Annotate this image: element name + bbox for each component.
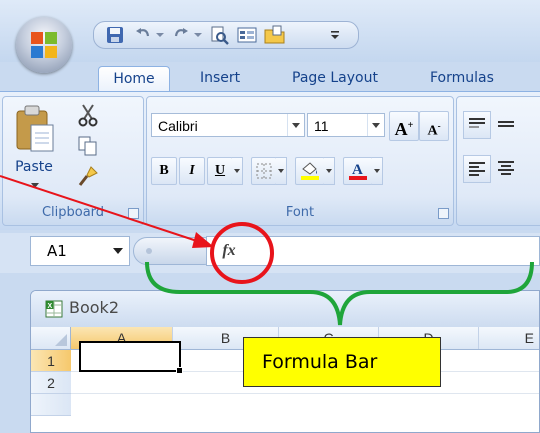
name-box-value: A1: [47, 242, 67, 260]
save-icon[interactable]: [104, 24, 126, 46]
print-preview-icon[interactable]: [208, 24, 230, 46]
column-header-e[interactable]: E: [479, 327, 539, 349]
undo-dropdown-icon[interactable]: [154, 24, 166, 46]
tab-page-layout[interactable]: Page Layout: [292, 66, 378, 90]
cut-icon[interactable]: [77, 103, 103, 129]
font-launcher-icon[interactable]: [438, 208, 449, 219]
clipboard-launcher-icon[interactable]: [128, 208, 139, 219]
workbook-title: Book2: [69, 298, 119, 317]
fill-color-button[interactable]: [295, 157, 325, 185]
paste-label: Paste: [15, 159, 53, 175]
align-left-icon[interactable]: [463, 155, 491, 183]
font-size-combo[interactable]: 11: [307, 113, 385, 137]
italic-button[interactable]: I: [179, 157, 205, 185]
quick-access-toolbar: [93, 21, 359, 49]
redo-dropdown-icon[interactable]: [192, 24, 204, 46]
row-header-1[interactable]: 1: [31, 350, 71, 372]
excel-workbook-icon: X: [45, 300, 63, 318]
svg-text:X: X: [48, 303, 53, 310]
open-folder-icon[interactable]: [264, 24, 286, 46]
title-bar: [0, 0, 540, 62]
paste-dropdown-icon: [31, 183, 39, 188]
ribbon-tabs: Home Insert Page Layout Formulas: [0, 62, 540, 95]
format-painter-icon[interactable]: [77, 165, 103, 191]
tab-insert[interactable]: Insert: [200, 66, 240, 90]
font-size-value: 11: [314, 118, 329, 134]
excel-window: Home Insert Page Layout Formulas Paste C…: [0, 0, 540, 433]
tab-formulas[interactable]: Formulas: [430, 66, 494, 90]
select-all-corner[interactable]: [31, 327, 71, 349]
row-header-2[interactable]: 2: [31, 372, 71, 394]
align-center-icon[interactable]: [493, 155, 519, 181]
borders-icon: [256, 163, 272, 179]
font-size-dropdown-icon[interactable]: [367, 114, 384, 136]
clipboard-group-label: Clipboard: [41, 205, 105, 220]
paste-icon: [16, 105, 54, 152]
font-name-dropdown-icon[interactable]: [287, 114, 304, 136]
name-box[interactable]: A1: [30, 236, 130, 266]
svg-text:A: A: [352, 162, 363, 178]
active-cell-a1[interactable]: [79, 341, 183, 374]
redo-icon[interactable]: [170, 24, 192, 46]
row-header-3[interactable]: [31, 394, 71, 416]
font-color-dropdown-icon[interactable]: [372, 157, 383, 185]
workbook-title-bar: X Book2: [31, 291, 539, 328]
clipboard-group: Paste Clipboard: [2, 96, 144, 226]
align-middle-icon[interactable]: [493, 111, 519, 137]
formula-bar-callout: Formula Bar: [243, 337, 441, 387]
alignment-group: [456, 96, 540, 226]
font-group-label: Font: [285, 205, 315, 220]
copy-icon[interactable]: [77, 135, 103, 161]
shrink-font-icon[interactable]: A-: [419, 111, 449, 141]
office-button[interactable]: [16, 17, 72, 73]
name-box-dropdown-icon[interactable]: [113, 248, 123, 254]
font-color-icon: A: [349, 162, 367, 180]
font-name-value: Calibri: [158, 118, 198, 134]
office-logo-icon: [31, 32, 57, 58]
font-color-button[interactable]: A: [343, 157, 373, 185]
borders-dropdown-icon[interactable]: [276, 157, 287, 185]
customize-qat-icon[interactable]: [328, 24, 342, 46]
underline-dropdown-icon[interactable]: [232, 157, 243, 185]
formula-bar-row: A1 fx: [0, 233, 540, 273]
font-name-combo[interactable]: Calibri: [151, 113, 305, 137]
ribbon: Paste Clipboard Calibri 11 A+ A- B I U A…: [0, 91, 540, 230]
fill-color-icon: [301, 162, 319, 180]
grow-font-icon[interactable]: A+: [389, 111, 419, 141]
fill-color-dropdown-icon[interactable]: [324, 157, 335, 185]
form-icon[interactable]: [236, 24, 258, 46]
bold-button[interactable]: B: [151, 157, 177, 185]
undo-icon[interactable]: [132, 24, 154, 46]
align-top-icon[interactable]: [463, 111, 491, 139]
font-group: Calibri 11 A+ A- B I U A Font: [146, 96, 454, 226]
underline-button[interactable]: U: [207, 157, 233, 185]
borders-button[interactable]: [251, 157, 277, 185]
insert-function-button[interactable]: fx: [214, 239, 244, 263]
paste-button[interactable]: Paste: [7, 103, 65, 193]
formula-input[interactable]: [206, 236, 540, 266]
grip-dot-icon: [146, 248, 152, 254]
